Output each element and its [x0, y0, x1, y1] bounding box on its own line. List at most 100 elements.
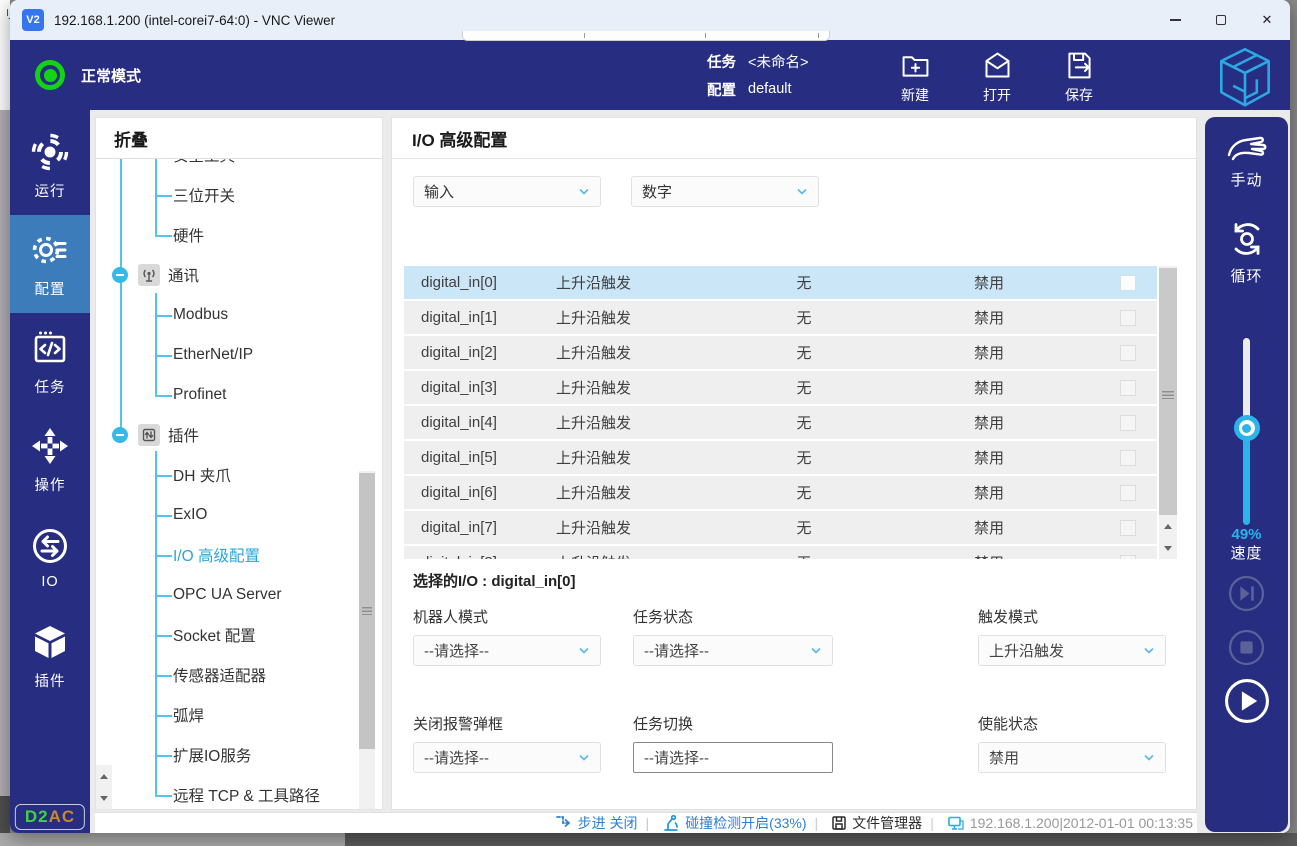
left-nav-label: 操作 — [35, 474, 66, 495]
left-nav-item[interactable]: 操作 — [10, 411, 90, 509]
tree-item[interactable]: 三位开关 — [96, 175, 382, 215]
tree-item[interactable]: EtherNet/IP — [96, 335, 382, 375]
table-row[interactable]: digital_in[0] 上升沿触发 无 禁用 — [404, 266, 1157, 301]
table-row[interactable]: digital_in[3] 上升沿触发 无 禁用 — [404, 371, 1157, 406]
status-item[interactable]: 192.168.1.200|2012-01-01 00:13:35 — [922, 815, 1193, 831]
table-row[interactable]: digital_in[4] 上升沿触发 无 禁用 — [404, 406, 1157, 441]
collapse-node-icon[interactable] — [112, 267, 128, 283]
io-filter-select[interactable]: 输入 — [413, 176, 601, 207]
tree-item[interactable]: Socket 配置 — [96, 615, 382, 655]
tree-item[interactable]: 安全工具 — [96, 159, 382, 175]
table-row[interactable]: digital_in[2] 上升沿触发 无 禁用 — [404, 336, 1157, 371]
io-state-checkbox[interactable] — [1120, 380, 1136, 396]
minimize-button[interactable] — [1152, 0, 1198, 40]
left-nav-item[interactable]: 插件 — [10, 607, 90, 705]
form-field-control[interactable]: --请选择-- — [413, 635, 601, 666]
transport-button[interactable] — [1224, 678, 1270, 724]
slider-thumb[interactable] — [1234, 415, 1260, 441]
table-scroll-up-icon[interactable] — [1159, 515, 1177, 537]
table-scrollbar[interactable] — [1159, 266, 1177, 559]
tree-scrollbar[interactable] — [359, 471, 375, 809]
io-name-cell: digital_in[7] — [404, 519, 539, 536]
table-row[interactable]: digital_in[1] 上升沿触发 无 禁用 — [404, 301, 1157, 336]
table-row[interactable]: digital_in[7] 上升沿触发 无 禁用 — [404, 511, 1157, 546]
io-state-checkbox[interactable] — [1120, 310, 1136, 326]
config-tree-panel: 折叠 安全工具 — [95, 117, 383, 810]
chevron-down-icon — [1143, 754, 1155, 762]
tree-item[interactable]: ExIO — [96, 495, 382, 535]
io-state-checkbox[interactable] — [1120, 415, 1136, 431]
tree-item[interactable]: 插件 — [96, 415, 382, 455]
transport-button[interactable] — [1228, 575, 1265, 612]
io-state-checkbox[interactable] — [1120, 450, 1136, 466]
io-state-checkbox[interactable] — [1120, 485, 1136, 501]
left-nav-item[interactable]: 运行 — [10, 117, 90, 215]
tree-item-label: 扩展IO服务 — [173, 744, 251, 766]
selected-io-line: 选择的I/O : digital_in[0] — [413, 570, 576, 591]
tree-item[interactable]: 硬件 — [96, 215, 382, 255]
header-action-button[interactable]: 打开 — [965, 49, 1029, 105]
tree-body: 安全工具 三位开关 — [96, 159, 382, 809]
table-row[interactable]: digital_in[6] 上升沿触发 无 禁用 — [404, 476, 1157, 511]
manual-mode-button[interactable]: 手动 — [1205, 131, 1288, 190]
left-nav-item[interactable]: 配置 — [10, 215, 90, 313]
io-state-checkbox[interactable] — [1120, 555, 1136, 559]
io-state-checkbox[interactable] — [1120, 345, 1136, 361]
tree-collapse-header[interactable]: 折叠 — [96, 118, 382, 159]
form-field-control[interactable]: 禁用 — [978, 742, 1166, 773]
tree-item[interactable]: I/O 高级配置 — [96, 535, 382, 575]
io-filter-select[interactable]: 数字 — [631, 176, 819, 207]
app-header: 正常模式 任务<未命名> 配置default 新建 — [10, 40, 1290, 110]
task-value: <未命名> — [748, 51, 808, 72]
tree-item[interactable]: Profinet — [96, 375, 382, 415]
left-nav-item[interactable]: 任务 — [10, 313, 90, 411]
header-action-button[interactable]: 新建 — [883, 49, 947, 105]
speed-slider[interactable] — [1234, 338, 1260, 525]
tree-item-label: 三位开关 — [173, 184, 235, 206]
d2ac-badge[interactable]: D2AC — [15, 804, 85, 830]
transport-button[interactable] — [1228, 629, 1265, 666]
tree-item[interactable]: 远程 TCP & 工具路径 — [96, 775, 382, 809]
table-row[interactable]: digital_in[5] 上升沿触发 无 禁用 — [404, 441, 1157, 476]
tree-item[interactable]: 弧焊 — [96, 695, 382, 735]
tree-item-label: 插件 — [168, 424, 199, 446]
left-nav-item[interactable]: IO — [10, 509, 90, 607]
header-action-button[interactable]: 保存 — [1047, 49, 1111, 105]
tree-connector — [155, 515, 172, 517]
tree-item[interactable]: Modbus — [96, 295, 382, 335]
form-field-control[interactable]: --请选择-- — [413, 742, 601, 773]
page-title: I/O 高级配置 — [392, 118, 1196, 159]
status-item[interactable]: 步进 关闭 — [555, 813, 638, 833]
tree-item[interactable]: 扩展IO服务 — [96, 735, 382, 775]
tree-item[interactable]: 传感器适配器 — [96, 655, 382, 695]
form-field-control[interactable]: --请选择-- — [633, 742, 833, 773]
enable-state-cell: 禁用 — [879, 342, 1099, 363]
table-scrollbar-thumb[interactable] — [1159, 268, 1177, 521]
table-scroll-down-icon[interactable] — [1159, 537, 1177, 559]
tree-item[interactable]: OPC UA Server — [96, 575, 382, 615]
io-table: digital_in[0] 上升沿触发 无 禁用 digital_in[1] 上… — [404, 266, 1157, 559]
header-action-label: 保存 — [1065, 85, 1093, 105]
task-label: 任务 — [707, 51, 736, 72]
table-row[interactable]: digital_in[8] 上升沿触发 无 禁用 — [404, 546, 1157, 559]
tree-item[interactable]: 通讯 — [96, 255, 382, 295]
tree-item-label: Socket 配置 — [173, 624, 256, 646]
io-state-checkbox[interactable] — [1120, 520, 1136, 536]
cycle-mode-button[interactable]: 循环 — [1205, 217, 1288, 286]
tree-scroll-up-icon[interactable] — [96, 765, 112, 787]
tree-item-label: 硬件 — [173, 224, 204, 246]
tree-item[interactable]: DH 夹爪 — [96, 455, 382, 495]
io-state-cell — [1099, 414, 1157, 431]
close-button[interactable]: ✕ — [1244, 0, 1290, 40]
io-state-checkbox[interactable] — [1120, 275, 1136, 291]
form-field-control[interactable]: 上升沿触发 — [978, 635, 1166, 666]
maximize-button[interactable] — [1198, 0, 1244, 40]
collapse-node-icon[interactable] — [112, 427, 128, 443]
form-field-control[interactable]: --请选择-- — [633, 635, 833, 666]
status-item[interactable]: 文件管理器 — [807, 813, 923, 833]
tree-scrollbar-thumb[interactable] — [359, 473, 375, 749]
tree-scroll-down-icon[interactable] — [96, 787, 112, 809]
status-item[interactable]: 碰撞检测开启(33%) — [638, 813, 807, 833]
selected-io-label: 选择的I/O : — [413, 573, 487, 590]
vnc-toolbar-handle[interactable] — [462, 31, 830, 41]
